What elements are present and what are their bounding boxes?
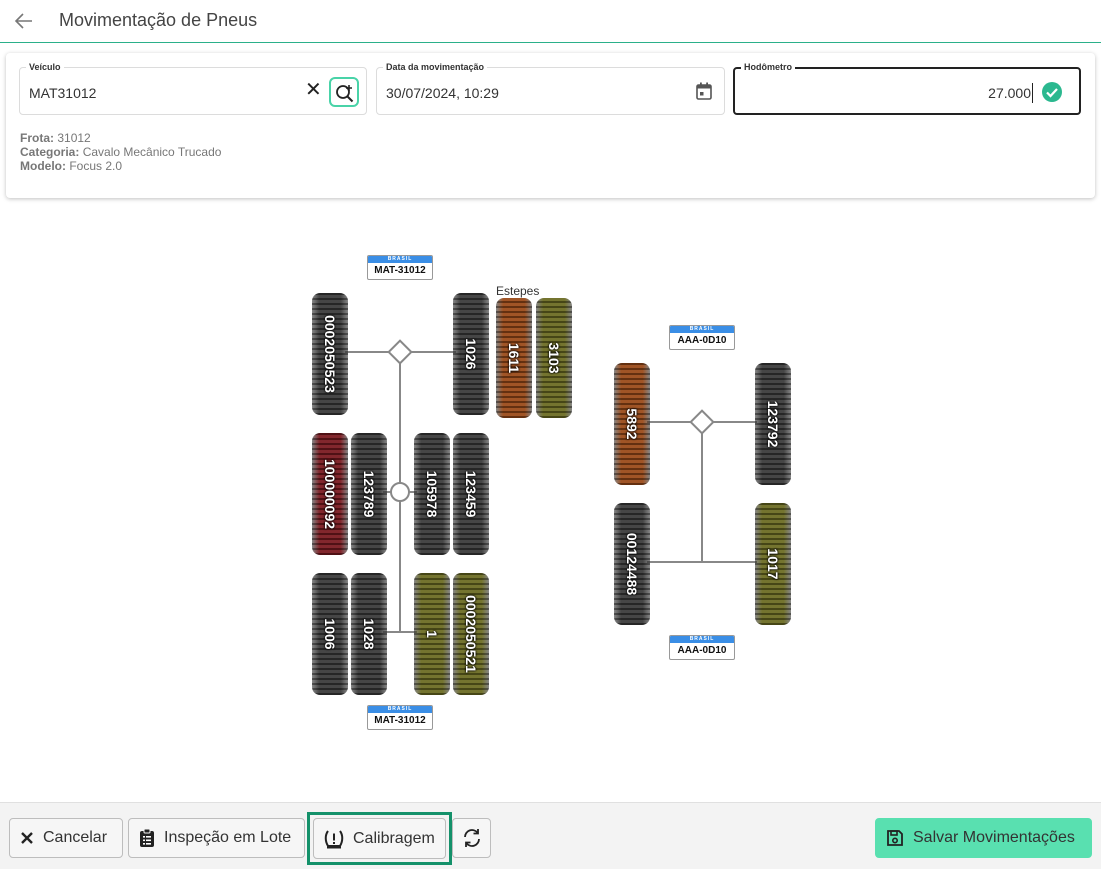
info-modelo-label: Modelo: (20, 159, 66, 173)
plate-trailer-top: BRASIL AAA-0D10 (669, 325, 735, 350)
calibration-highlight: Calibragem (307, 812, 452, 865)
cancel-button[interactable]: Cancelar (9, 818, 123, 858)
close-icon (21, 832, 33, 844)
tire-pressure-icon (324, 829, 344, 848)
tire[interactable]: 123792 (755, 363, 791, 485)
tire-number: 0002050521 (463, 595, 479, 673)
spare-tire[interactable]: 3103 (536, 298, 572, 418)
tire[interactable]: 123459 (453, 433, 489, 555)
spares-label: Estepes (496, 284, 540, 298)
tire-number: 123789 (361, 470, 377, 518)
calendar-icon[interactable] (696, 82, 712, 100)
date-field[interactable]: Data da movimentação 30/07/2024, 10:29 (376, 62, 725, 115)
plate-text: MAT-31012 (374, 715, 426, 726)
date-field-value[interactable]: 30/07/2024, 10:29 (386, 85, 499, 101)
spare-tire[interactable]: 1611 (496, 298, 532, 418)
cancel-button-label: Cancelar (43, 829, 108, 846)
plate-band: BRASIL (368, 706, 432, 713)
tire[interactable]: 00124488 (614, 503, 650, 625)
page-title: Movimentação de Pneus (59, 10, 258, 30)
vehicle-field[interactable]: Veículo MAT31012 ✕ (19, 62, 367, 115)
vehicle-form-card: Veículo MAT31012 ✕ Data da movimentação … (6, 53, 1095, 198)
zoom-search-icon (336, 85, 354, 103)
calibration-button[interactable]: Calibragem (313, 818, 446, 859)
tire[interactable]: 1026 (453, 293, 489, 415)
tire[interactable]: 5892 (614, 363, 650, 485)
tire-number: 1017 (765, 548, 781, 580)
tire[interactable]: 0002050521 (453, 573, 489, 695)
tire-number: 1611 (506, 342, 522, 374)
batch-inspection-button[interactable]: Inspeção em Lote (128, 818, 305, 858)
plate-band: BRASIL (368, 256, 432, 263)
tire[interactable]: 1028 (351, 573, 387, 695)
info-modelo: Modelo: Focus 2.0 (20, 159, 122, 173)
odometer-field-value[interactable]: 27.000 (988, 85, 1031, 101)
check-circle-icon (1042, 82, 1062, 102)
tire[interactable]: 0002050523 (312, 293, 348, 415)
info-frota-label: Frota: (20, 131, 54, 145)
refresh-icon (463, 829, 480, 847)
tire[interactable]: 123789 (351, 433, 387, 555)
info-frota-value: 31012 (57, 131, 91, 145)
batch-inspection-label: Inspeção em Lote (164, 829, 292, 846)
back-arrow-icon[interactable] (12, 9, 36, 33)
tire-number: 1006 (322, 618, 338, 650)
odometer-field[interactable]: Hodômetro 27.000 (733, 62, 1081, 115)
info-frota: Frota: 31012 (20, 131, 91, 145)
save-icon (887, 830, 903, 846)
tire-number: 5892 (624, 408, 640, 440)
plate-text: AAA-0D10 (677, 645, 727, 656)
tire[interactable]: 1 (414, 573, 450, 695)
calibration-label: Calibragem (353, 829, 435, 847)
info-categoria-label: Categoria: (20, 145, 80, 159)
info-modelo-value: Focus 2.0 (69, 159, 123, 173)
vehicle-field-value[interactable]: MAT31012 (29, 85, 96, 101)
action-bar: Cancelar Inspeção em Lote Calibragem Sal… (0, 802, 1101, 869)
plate-text: AAA-0D10 (677, 335, 727, 346)
date-field-label: Data da movimentação (383, 62, 488, 72)
tire-number: 1026 (463, 338, 479, 370)
clipboard-icon (140, 828, 154, 847)
tire-number: 1028 (361, 618, 377, 650)
tire[interactable]: 100000092 (312, 433, 348, 555)
clear-icon[interactable]: ✕ (305, 79, 325, 101)
save-movements-button[interactable]: Salvar Movimentações (875, 818, 1092, 858)
tire-number: 105978 (424, 470, 440, 518)
tire-number: 00124488 (624, 532, 640, 596)
tire-diagram: Estepes BRASIL MAT-31012 BRASIL MAT-3101… (0, 200, 1101, 800)
axle-lines (345, 339, 757, 633)
odometer-field-label: Hodômetro (741, 62, 795, 72)
plate-band: BRASIL (670, 326, 734, 333)
save-movements-label: Salvar Movimentações (913, 829, 1075, 846)
tire-number: 123459 (463, 470, 479, 518)
tire-number: 1 (424, 630, 440, 638)
tire-number: 100000092 (322, 458, 338, 530)
tire[interactable]: 105978 (414, 433, 450, 555)
plate-band: BRASIL (670, 636, 734, 643)
tire[interactable]: 1006 (312, 573, 348, 695)
tire-number: 123792 (765, 400, 781, 448)
tire[interactable]: 1017 (755, 503, 791, 625)
refresh-button[interactable] (452, 818, 491, 858)
tire-number: 0002050523 (322, 315, 338, 393)
vehicle-field-label: Veículo (26, 62, 64, 72)
info-categoria-value: Cavalo Mecânico Trucado (82, 145, 222, 159)
text-cursor (1032, 83, 1033, 103)
tire-number: 3103 (546, 342, 562, 374)
app-header: Movimentação de Pneus (0, 0, 1101, 43)
plate-text: MAT-31012 (374, 265, 426, 276)
plate-truck-bottom: BRASIL MAT-31012 (367, 705, 433, 730)
plate-trailer-bottom: BRASIL AAA-0D10 (669, 635, 735, 660)
info-categoria: Categoria: Cavalo Mecânico Trucado (20, 145, 221, 159)
plate-truck-top: BRASIL MAT-31012 (367, 255, 433, 280)
search-vehicle-button[interactable] (329, 77, 359, 107)
